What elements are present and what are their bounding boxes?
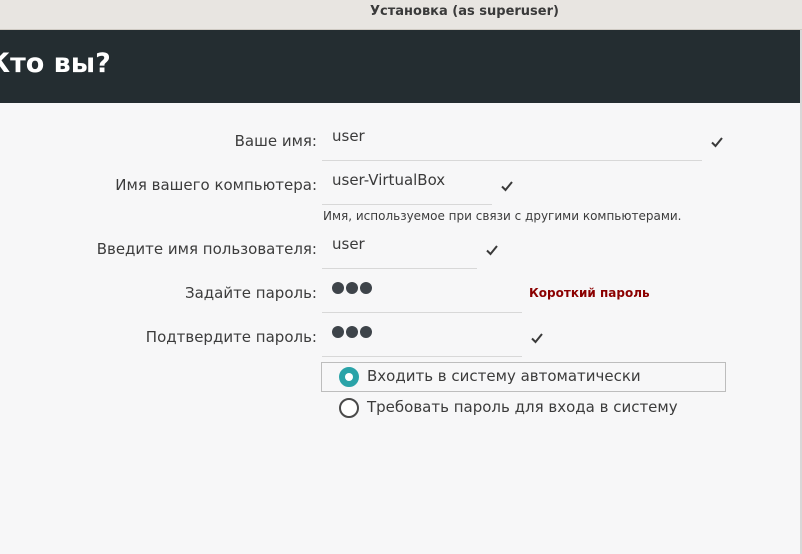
confirm-field[interactable] (322, 320, 522, 357)
confirm-mask (332, 326, 372, 338)
password-field[interactable] (322, 276, 522, 313)
check-icon (711, 137, 723, 148)
username-input[interactable] (332, 235, 473, 253)
password-label: Задайте пароль: (184, 284, 317, 302)
name-input[interactable] (332, 127, 698, 145)
auto-login-radio[interactable] (339, 367, 359, 387)
window-title: Установка (as superuser) (370, 4, 559, 19)
computer-hint: Имя, используемое при связи с другими ко… (323, 209, 682, 223)
password-strength: Короткий пароль (529, 286, 650, 300)
username-field[interactable] (322, 232, 477, 269)
page-header: Кто вы? (0, 30, 800, 103)
page-title: Кто вы? (0, 48, 111, 79)
require-password-label[interactable]: Требовать пароль для входа в систему (367, 398, 678, 416)
computer-input[interactable] (332, 171, 488, 189)
username-label: Введите имя пользователя: (96, 240, 317, 258)
check-icon (486, 245, 498, 256)
computer-label: Имя вашего компьютера: (115, 176, 317, 194)
check-icon (531, 333, 543, 344)
check-icon (501, 181, 513, 192)
computer-field[interactable] (322, 168, 492, 205)
name-field[interactable] (322, 124, 702, 161)
name-label: Ваше имя: (234, 132, 317, 150)
require-password-radio[interactable] (339, 398, 359, 418)
auto-login-label[interactable]: Входить в систему автоматически (367, 367, 641, 385)
password-mask (332, 282, 372, 294)
window-titlebar: Установка (as superuser) (0, 0, 802, 30)
confirm-label: Подтвердите пароль: (145, 328, 317, 346)
